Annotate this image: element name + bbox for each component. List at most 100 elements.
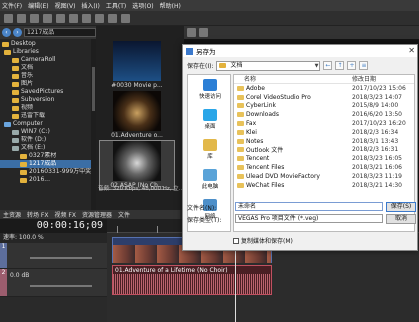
main-toolbar bbox=[0, 11, 419, 26]
menu-help[interactable]: 帮助(H) bbox=[160, 1, 181, 10]
tree-item[interactable]: WIN7 (C:) bbox=[0, 128, 96, 136]
place-this-pc[interactable]: 此电脑 bbox=[188, 169, 232, 190]
tree-item-label: 文档 (E:) bbox=[21, 144, 46, 151]
tree-item[interactable]: Desktop bbox=[0, 40, 96, 48]
media-preview-image bbox=[113, 91, 161, 131]
tree-item[interactable]: 文档 (E:) bbox=[0, 144, 96, 152]
copy-media-checkbox[interactable] bbox=[233, 237, 239, 244]
tree-item[interactable]: 20160331-999万中奖 bbox=[0, 168, 96, 176]
tree-item[interactable]: 2016... bbox=[0, 176, 96, 184]
tree-item[interactable]: 图片 bbox=[0, 80, 96, 88]
media-thumbnail-selected[interactable]: 02.ASAP (No Ch... bbox=[99, 140, 175, 190]
copy-media-checkbox-row[interactable]: 复制媒体和保存(M) bbox=[233, 236, 293, 245]
tree-item-label: 文档 bbox=[21, 64, 34, 71]
media-thumbnail[interactable]: #0030 Movie p... bbox=[99, 40, 175, 90]
tree-item-selected[interactable]: 1217成品 bbox=[0, 160, 96, 168]
menu-file[interactable]: 文件(F) bbox=[2, 1, 22, 10]
tab-video-fx[interactable]: 视频 FX bbox=[55, 210, 76, 219]
tree-item[interactable]: 迅雷下载 bbox=[0, 112, 96, 120]
copy-icon[interactable] bbox=[95, 13, 104, 23]
video-track-header[interactable]: 1 bbox=[0, 243, 107, 269]
tree-item[interactable]: Subversion bbox=[0, 96, 96, 104]
audio-waveform bbox=[113, 274, 271, 294]
menu-options[interactable]: 选项(O) bbox=[132, 1, 153, 10]
tree-item[interactable]: SavedPictures bbox=[0, 88, 96, 96]
file-name: CyberLink bbox=[234, 102, 352, 109]
file-row[interactable]: Notes 2018/3/1 13:43 bbox=[234, 137, 414, 146]
file-row[interactable]: Outlook 文件 2018/2/3 16:31 bbox=[234, 146, 414, 154]
tree-item[interactable]: 音乐 bbox=[0, 72, 96, 80]
settings-icon[interactable] bbox=[121, 13, 130, 23]
preview-settings-icon[interactable] bbox=[187, 28, 196, 37]
file-row[interactable]: Ulead DVD MovieFactory 2018/3/23 11:19 bbox=[234, 172, 414, 181]
tab-transitions[interactable]: 转场 FX bbox=[27, 210, 48, 219]
audio-volume-slider[interactable] bbox=[30, 285, 92, 287]
menu-edit[interactable]: 编辑(E) bbox=[28, 1, 48, 10]
render-icon[interactable] bbox=[43, 13, 52, 23]
save-button[interactable]: 保存(S) bbox=[386, 202, 416, 212]
file-row[interactable]: Klei 2018/2/3 16:34 bbox=[234, 128, 414, 137]
tab-files[interactable]: 文件 bbox=[118, 210, 130, 219]
tree-item[interactable]: 视频 bbox=[0, 104, 96, 112]
new-project-icon[interactable] bbox=[4, 13, 13, 23]
save-icon[interactable] bbox=[30, 13, 39, 23]
tree-item[interactable]: Computer bbox=[0, 120, 96, 128]
column-name[interactable]: 名称 bbox=[234, 75, 352, 83]
back-icon[interactable]: ‹ bbox=[2, 28, 11, 37]
file-name: Klei bbox=[234, 129, 352, 136]
redo-icon[interactable] bbox=[69, 13, 78, 23]
filename-label: 文件名(N): bbox=[187, 205, 217, 212]
up-folder-icon[interactable]: ↑ bbox=[335, 61, 345, 70]
tree-item[interactable]: 文档 bbox=[0, 64, 96, 72]
file-row[interactable]: CyberLink 2015/8/9 14:00 bbox=[234, 102, 414, 111]
place-quick-access[interactable]: 快速访问 bbox=[188, 79, 232, 100]
library-icon bbox=[203, 139, 217, 151]
audio-clip[interactable]: 01.Adventure of a Lifetime (No Choir) bbox=[112, 265, 272, 295]
drive-icon bbox=[12, 129, 19, 135]
view-menu-icon[interactable]: ≡ bbox=[359, 61, 369, 70]
column-date[interactable]: 修改日期 bbox=[352, 75, 376, 83]
ruler-tick bbox=[157, 226, 158, 233]
filename-input[interactable]: 未命名 bbox=[235, 202, 383, 211]
filetype-select[interactable]: VEGAS Pro 项目文件 (*.veg) bbox=[235, 214, 383, 223]
tree-item[interactable]: Libraries bbox=[0, 48, 96, 56]
menu-insert[interactable]: 插入(I) bbox=[81, 1, 99, 10]
explorer-path[interactable]: 1217成品 bbox=[24, 28, 96, 37]
place-desktop[interactable]: 桌面 bbox=[188, 109, 232, 130]
tab-explorer[interactable]: 资源管理器 bbox=[82, 210, 112, 219]
open-icon[interactable] bbox=[17, 13, 26, 23]
desktop-icon bbox=[203, 109, 217, 121]
menu-view[interactable]: 视图(V) bbox=[55, 1, 76, 10]
tree-item[interactable]: 软件 (D:) bbox=[0, 136, 96, 144]
preview-split-icon[interactable] bbox=[199, 28, 208, 37]
cut-icon[interactable] bbox=[82, 13, 91, 23]
folder-icon bbox=[237, 129, 244, 135]
audio-track-header[interactable]: 2 0.0 dB bbox=[0, 269, 107, 297]
tree-item[interactable]: CameraRoll bbox=[0, 56, 96, 64]
forward-icon[interactable]: › bbox=[13, 28, 22, 37]
close-icon[interactable]: ✕ bbox=[408, 46, 415, 55]
file-name-text: Klei bbox=[246, 128, 257, 136]
media-thumbnail[interactable]: 01.Adventure o... bbox=[99, 90, 175, 140]
paste-icon[interactable] bbox=[108, 13, 117, 23]
file-row[interactable]: Fax 2017/10/23 16:20 bbox=[234, 119, 414, 128]
cancel-button[interactable]: 取消 bbox=[386, 214, 416, 224]
back-arrow-icon[interactable]: ← bbox=[323, 61, 333, 70]
file-row[interactable]: Downloads 2016/6/20 13:50 bbox=[234, 110, 414, 119]
scrollbar-thumb[interactable] bbox=[92, 67, 95, 111]
file-row[interactable]: Corel VideoStudio Pro 2018/3/23 14:07 bbox=[234, 93, 414, 102]
file-row[interactable]: Tencent Files 2018/3/21 16:06 bbox=[234, 163, 414, 172]
place-libraries[interactable]: 库 bbox=[188, 139, 232, 160]
video-level-slider[interactable] bbox=[30, 257, 92, 259]
file-row[interactable]: Tencent 2018/3/23 16:05 bbox=[234, 154, 414, 163]
filetype-label: 保存类型(T): bbox=[187, 217, 222, 224]
tab-project-media[interactable]: 主资源 bbox=[3, 210, 21, 219]
new-folder-icon[interactable]: + bbox=[347, 61, 357, 70]
file-row[interactable]: WeChat Files 2018/3/21 14:30 bbox=[234, 181, 414, 190]
menu-tools[interactable]: 工具(T) bbox=[106, 1, 126, 10]
save-in-combo[interactable]: 文档 ▼ bbox=[216, 60, 321, 71]
tree-item[interactable]: 0327素材 bbox=[0, 152, 96, 160]
file-row[interactable]: Adobe 2017/10/23 15:06 bbox=[234, 84, 414, 93]
undo-icon[interactable] bbox=[56, 13, 65, 23]
file-date: 2017/10/23 16:20 bbox=[352, 120, 406, 128]
